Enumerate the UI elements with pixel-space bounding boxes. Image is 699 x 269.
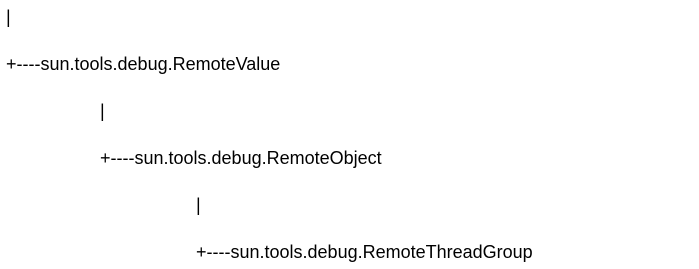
tree-connector: |	[196, 195, 201, 215]
class-node-remote-value: +----sun.tools.debug.RemoteValue	[6, 54, 281, 74]
class-node-remote-thread-group: +----sun.tools.debug.RemoteThreadGroup	[196, 242, 533, 262]
class-hierarchy-tree: | +----sun.tools.debug.RemoteValue | +--…	[0, 0, 699, 269]
tree-connector: |	[6, 7, 11, 27]
tree-connector: |	[100, 101, 105, 121]
class-node-remote-object: +----sun.tools.debug.RemoteObject	[100, 148, 382, 168]
